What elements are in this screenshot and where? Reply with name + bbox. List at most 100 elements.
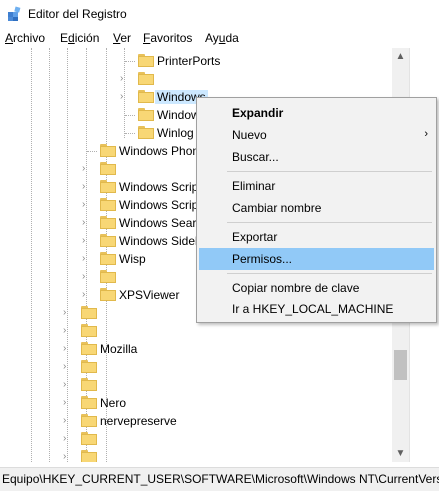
- tree-item-printerports[interactable]: PrinterPorts: [0, 52, 392, 70]
- menu-separator: [227, 171, 432, 172]
- tree-item-label: Windows Scrip: [119, 198, 199, 212]
- folder-icon: [81, 378, 97, 391]
- tree-item-label: Windows Searc: [119, 216, 203, 230]
- tree-item-label: Window: [157, 108, 200, 122]
- menu-bar: Archivo Edición Ver Favoritos Ayuda: [0, 28, 439, 49]
- scroll-thumb[interactable]: [394, 350, 407, 380]
- menu-item-permisos[interactable]: Permisos...: [199, 248, 434, 270]
- tree-item[interactable]: ›: [0, 322, 392, 340]
- menu-edicion[interactable]: Edición: [60, 31, 99, 45]
- chevron-right-icon[interactable]: ›: [82, 217, 85, 228]
- tree-item-label: Windows Scrip: [119, 180, 199, 194]
- menu-item-buscar[interactable]: Buscar...: [199, 146, 434, 168]
- menu-separator: [227, 222, 432, 223]
- folder-icon: [100, 180, 116, 193]
- menu-ayuda[interactable]: Ayuda: [205, 31, 239, 45]
- chevron-right-icon[interactable]: ›: [82, 253, 85, 264]
- menu-item-eliminar[interactable]: Eliminar: [199, 175, 434, 197]
- tree-item-label: PrinterPorts: [157, 54, 221, 68]
- tree-item-label: Windows Phon: [119, 144, 200, 158]
- folder-icon: [138, 108, 154, 121]
- menu-item-label: Nuevo: [232, 128, 267, 142]
- window-title: Editor del Registro: [28, 7, 127, 21]
- tree-item-label: Windows Sidel: [119, 234, 198, 248]
- tree-item[interactable]: ›: [0, 358, 392, 376]
- submenu-arrow-icon: ›: [424, 128, 428, 140]
- chevron-right-icon[interactable]: ›: [82, 289, 85, 300]
- chevron-right-icon[interactable]: ›: [63, 451, 66, 462]
- tree-connector: [87, 151, 97, 152]
- context-menu: Expandir Nuevo › Buscar... Eliminar Camb…: [196, 97, 437, 323]
- menu-item-label: Cambiar nombre: [232, 201, 322, 215]
- folder-icon: [100, 252, 116, 265]
- menu-item-label: Eliminar: [232, 179, 276, 193]
- folder-icon: [81, 414, 97, 427]
- folder-icon: [100, 198, 116, 211]
- chevron-right-icon[interactable]: ›: [82, 163, 85, 174]
- menu-item-copiar-nombre[interactable]: Copiar nombre de clave: [199, 277, 434, 299]
- folder-icon: [81, 324, 97, 337]
- chevron-right-icon[interactable]: ›: [63, 379, 66, 390]
- tree-item-label: nervepreserve: [100, 414, 177, 428]
- tree-item-nervepreserve[interactable]: › nervepreserve: [0, 412, 392, 430]
- registry-editor-icon: [8, 6, 21, 21]
- folder-icon: [138, 54, 154, 67]
- chevron-right-icon[interactable]: ›: [82, 181, 85, 192]
- tree-connector: [125, 115, 135, 116]
- folder-icon: [100, 270, 116, 283]
- tree-item-label: Mozilla: [100, 342, 138, 356]
- chevron-right-icon[interactable]: ›: [63, 397, 66, 408]
- menu-item-label: Expandir: [232, 106, 284, 120]
- menu-item-nuevo[interactable]: Nuevo ›: [199, 124, 434, 146]
- folder-icon: [100, 234, 116, 247]
- folder-icon: [138, 126, 154, 139]
- tree-item[interactable]: ›: [0, 430, 392, 448]
- chevron-right-icon[interactable]: ›: [63, 307, 66, 318]
- tree-item-label: XPSViewer: [119, 288, 180, 302]
- menu-item-label: Permisos...: [232, 252, 293, 266]
- tree-item-label: Nero: [100, 396, 127, 410]
- folder-icon: [138, 90, 154, 103]
- menu-item-label: Ir a HKEY_LOCAL_MACHINE: [232, 302, 394, 316]
- chevron-right-icon[interactable]: ›: [82, 199, 85, 210]
- tree-item-mozilla[interactable]: › Mozilla: [0, 340, 392, 358]
- tree-item-label: Wisp: [119, 252, 146, 266]
- menu-item-label: Copiar nombre de clave: [232, 281, 360, 295]
- chevron-right-icon[interactable]: ›: [63, 415, 66, 426]
- folder-icon: [138, 72, 154, 85]
- menu-favoritos[interactable]: Favoritos: [143, 31, 192, 45]
- chevron-right-icon[interactable]: ›: [63, 325, 66, 336]
- tree-item-label: Winlog: [157, 126, 194, 140]
- menu-item-ir-a[interactable]: Ir a HKEY_LOCAL_MACHINE: [199, 298, 434, 320]
- chevron-right-icon[interactable]: ›: [63, 343, 66, 354]
- chevron-right-icon[interactable]: ›: [63, 433, 66, 444]
- folder-icon: [81, 306, 97, 319]
- status-path: Equipo\HKEY_CURRENT_USER\SOFTWARE\Micros…: [2, 472, 439, 486]
- folder-icon: [100, 288, 116, 301]
- folder-icon: [81, 396, 97, 409]
- menu-item-cambiar-nombre[interactable]: Cambiar nombre: [199, 197, 434, 219]
- tree-item[interactable]: ›: [0, 70, 392, 88]
- menu-ver[interactable]: Ver: [113, 31, 131, 45]
- menu-archivo[interactable]: Archivo: [5, 31, 45, 45]
- menu-item-expandir[interactable]: Expandir: [199, 102, 434, 124]
- folder-icon: [81, 342, 97, 355]
- tree-item-nero[interactable]: › Nero: [0, 394, 392, 412]
- folder-icon: [81, 450, 97, 462]
- chevron-right-icon[interactable]: ›: [120, 91, 123, 102]
- chevron-right-icon[interactable]: ›: [82, 235, 85, 246]
- tree-item[interactable]: ›: [0, 376, 392, 394]
- tree-item[interactable]: ›: [0, 448, 392, 462]
- tree-connector: [125, 133, 135, 134]
- chevron-right-icon[interactable]: ›: [82, 271, 85, 282]
- folder-icon: [100, 216, 116, 229]
- menu-item-label: Buscar...: [232, 150, 279, 164]
- scroll-down-icon[interactable]: ▼: [392, 445, 409, 462]
- menu-separator: [227, 273, 432, 274]
- chevron-right-icon[interactable]: ›: [120, 73, 123, 84]
- menu-item-exportar[interactable]: Exportar: [199, 226, 434, 248]
- chevron-right-icon[interactable]: ›: [63, 361, 66, 372]
- scroll-up-icon[interactable]: ▲: [392, 48, 409, 65]
- folder-icon: [100, 162, 116, 175]
- folder-icon: [100, 144, 116, 157]
